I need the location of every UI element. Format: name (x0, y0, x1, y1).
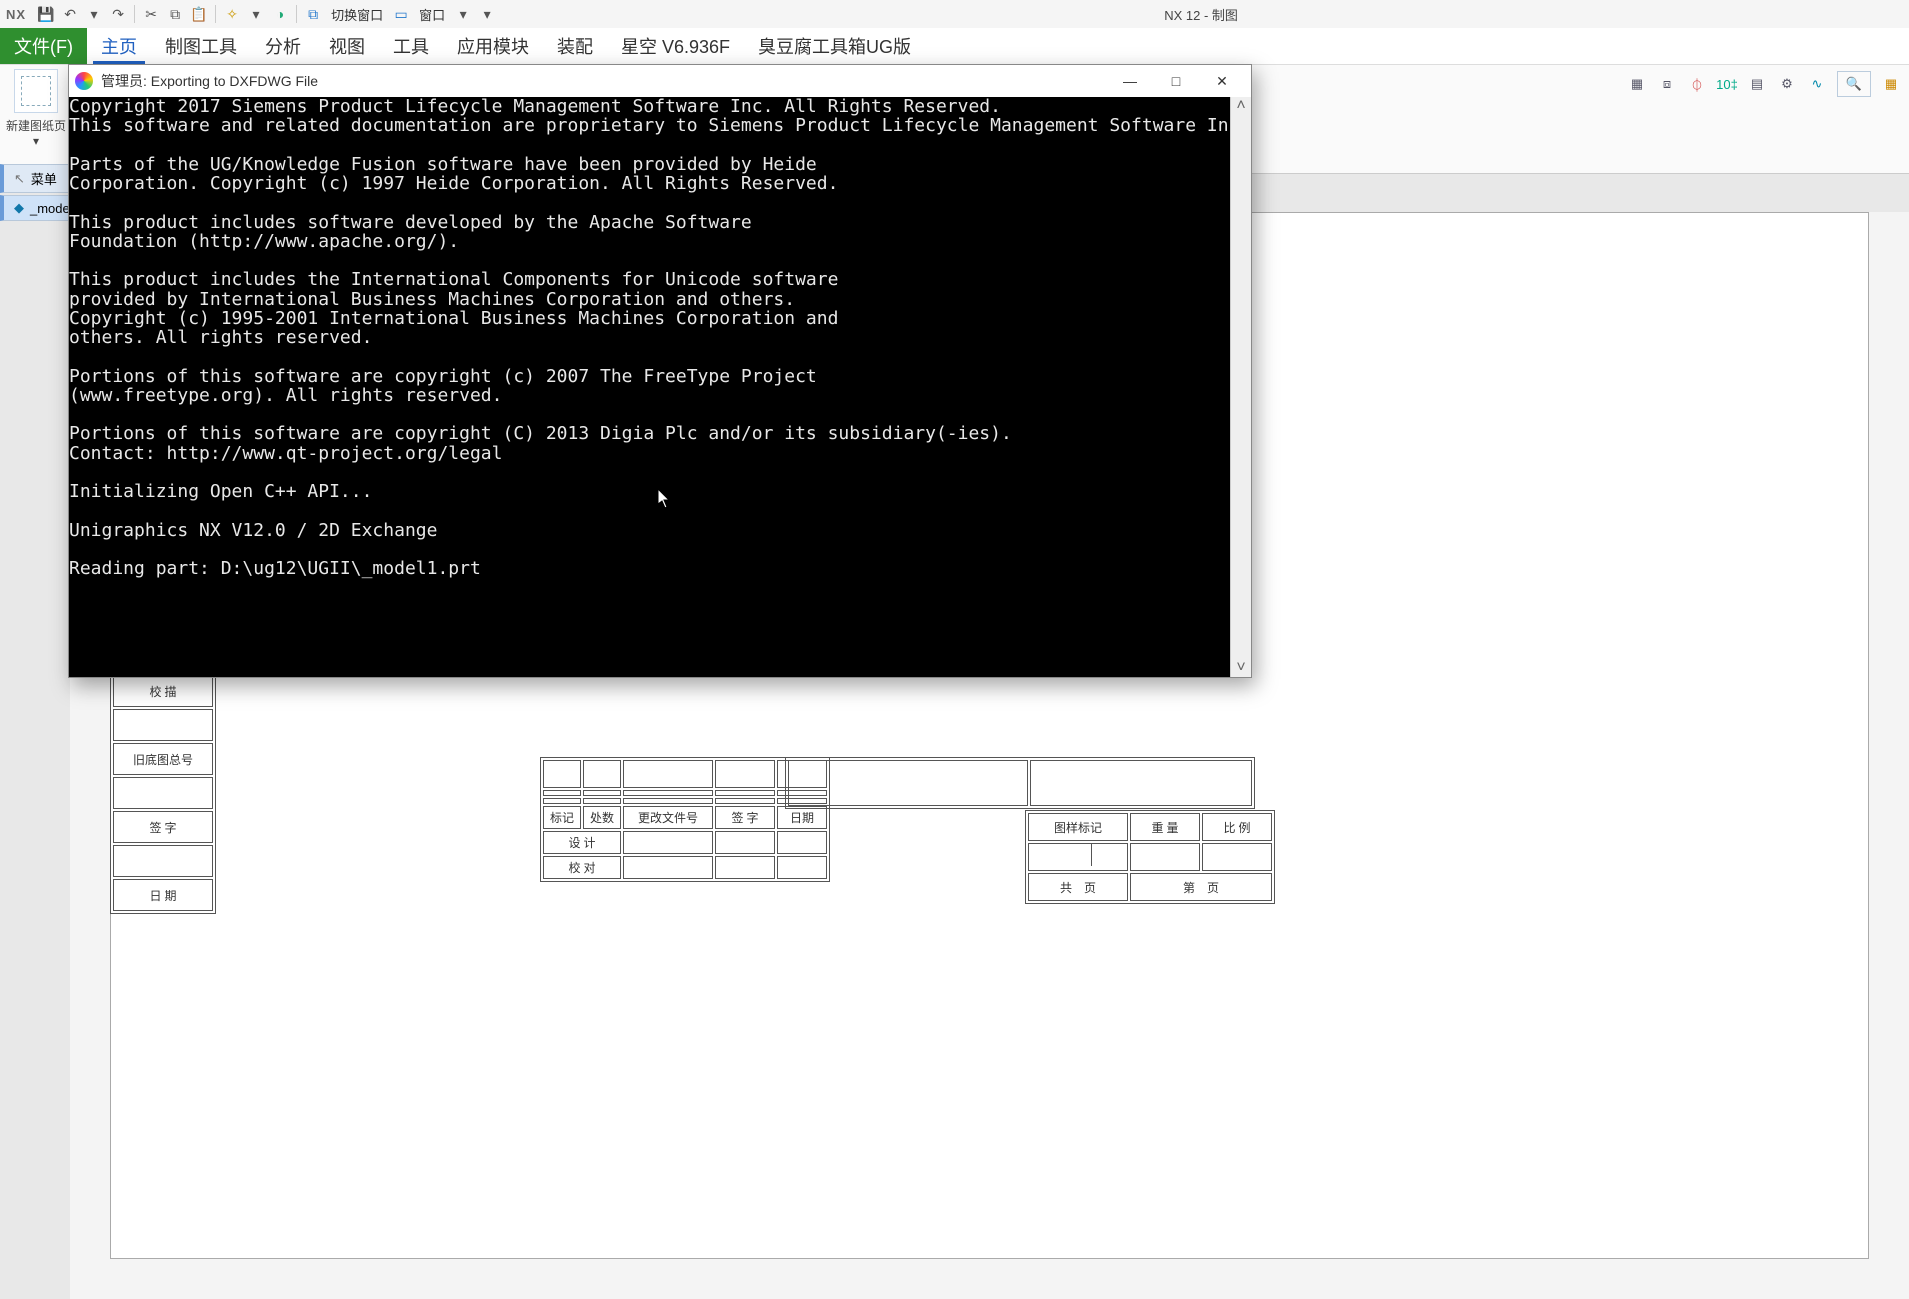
separator (296, 5, 297, 23)
tb-count: 处数 (583, 806, 621, 829)
separator (134, 5, 135, 23)
new-sheet-icon[interactable] (14, 69, 58, 113)
tb-weight: 重 量 (1130, 813, 1200, 841)
tb-scale: 比 例 (1202, 813, 1272, 841)
tb-ye1: 页 (1084, 881, 1096, 895)
separator (215, 5, 216, 23)
titleblock-upper-right (785, 757, 1255, 809)
tab-application[interactable]: 应用模块 (443, 28, 543, 64)
left-nav-model-label: _mode (30, 201, 70, 216)
ribbon-tool-5-icon[interactable]: ▤ (1747, 74, 1767, 94)
paste-icon[interactable]: 📋 (189, 4, 209, 24)
titleblock-left-row2: 旧底图总号 (113, 743, 213, 775)
tab-home[interactable]: 主页 (87, 28, 151, 64)
ribbon-extra-icon[interactable]: ▦ (1881, 74, 1901, 94)
tab-xingkong[interactable]: 星空 V6.936F (607, 28, 744, 64)
console-output[interactable]: Copyright 2017 Siemens Product Lifecycle… (69, 97, 1230, 677)
ribbon-tool-2-icon[interactable]: ⧈ (1657, 74, 1677, 94)
touch-mode-icon[interactable]: ◑ (270, 4, 290, 24)
tab-tools[interactable]: 工具 (379, 28, 443, 64)
console-window: 管理员: Exporting to DXFDWG File — □ ✕ Copy… (68, 64, 1252, 678)
tb-sign: 签 字 (715, 806, 775, 829)
ribbon-right-tools: ▦ ⧈ ⏀ 10‡ ▤ ⚙ ∿ 🔍 ▦ (1625, 69, 1903, 99)
ribbon-wave-icon[interactable]: ∿ (1807, 74, 1827, 94)
tab-drafting-tools[interactable]: 制图工具 (151, 28, 251, 64)
switch-window-label[interactable]: 切换窗口 (331, 5, 383, 24)
menubar: 文件(F) 主页 制图工具 分析 视图 工具 应用模块 装配 星空 V6.936… (0, 28, 1909, 65)
ribbon-search-icon[interactable]: 🔍 (1837, 71, 1871, 97)
undo-dropdown-icon[interactable]: ▾ (84, 4, 104, 24)
titleblock-left: 校 描 旧底图总号 签 字 日 期 (110, 672, 216, 914)
titleblock-left-row4: 日 期 (113, 879, 213, 911)
tab-analysis[interactable]: 分析 (251, 28, 315, 64)
console-body: Copyright 2017 Siemens Product Lifecycle… (69, 97, 1251, 677)
tb-design: 设 计 (543, 831, 621, 854)
tb-gong: 共 (1060, 881, 1072, 895)
scroll-up-icon[interactable]: ˄ (1231, 97, 1251, 115)
command-finder-dropdown-icon[interactable]: ▾ (246, 4, 266, 24)
redo-icon[interactable]: ↷ (108, 4, 128, 24)
console-scrollbar[interactable]: ˄ ˅ (1230, 97, 1251, 677)
tb-change: 更改文件号 (623, 806, 713, 829)
ribbon-gear-icon[interactable]: ⚙ (1777, 74, 1797, 94)
tab-choudoufu[interactable]: 臭豆腐工具箱UG版 (744, 28, 925, 64)
ribbon-tool-3-icon[interactable]: ⏀ (1687, 74, 1707, 94)
model-icon: ◆ (14, 200, 24, 216)
new-sheet-label: 新建图纸页 (6, 117, 66, 134)
console-title: Exporting to DXFDWG File (151, 73, 318, 89)
app-brand: NX (6, 7, 26, 22)
quick-access-toolbar: NX 💾 ↶ ▾ ↷ ✂ ⧉ 📋 ✧ ▾ ◑ ⧉ 切换窗口 ▭ 窗口 ▾ ▾ N… (0, 0, 1909, 28)
window-dropdown-icon[interactable]: ▾ (453, 4, 473, 24)
console-title-prefix: 管理员: (101, 71, 147, 91)
cursor-select-icon: ↖ (14, 171, 25, 187)
console-titlebar[interactable]: 管理员: Exporting to DXFDWG File — □ ✕ (69, 65, 1251, 97)
undo-icon[interactable]: ↶ (60, 4, 80, 24)
file-menu[interactable]: 文件(F) (0, 28, 87, 64)
titleblock-right: 图样标记 重 量 比 例 共 页 第 页 (1025, 810, 1275, 904)
tb-ye2: 页 (1207, 881, 1219, 895)
tab-view[interactable]: 视图 (315, 28, 379, 64)
tb-check: 校 对 (543, 856, 621, 879)
command-finder-icon[interactable]: ✧ (222, 4, 242, 24)
tb-mark: 标记 (543, 806, 581, 829)
qat-overflow-icon[interactable]: ▾ (477, 4, 497, 24)
copy-icon[interactable]: ⧉ (165, 4, 185, 24)
tb-date: 日期 (777, 806, 827, 829)
titleblock-left-row1: 校 描 (113, 675, 213, 707)
ribbon-tool-1-icon[interactable]: ▦ (1627, 74, 1647, 94)
window-menu-label[interactable]: 窗口 (419, 5, 445, 24)
titleblock-left-row3: 签 字 (113, 811, 213, 843)
cut-icon[interactable]: ✂ (141, 4, 161, 24)
console-app-icon (75, 72, 93, 90)
ribbon-group-new-sheet[interactable]: 新建图纸页 ▾ (6, 69, 66, 148)
tb-di: 第 (1183, 881, 1195, 895)
switch-window-icon[interactable]: ⧉ (303, 4, 323, 24)
tab-assembly[interactable]: 装配 (543, 28, 607, 64)
save-icon[interactable]: 💾 (36, 4, 56, 24)
minimize-button[interactable]: — (1107, 67, 1153, 95)
app-title: NX 12 - 制图 (1164, 5, 1238, 24)
maximize-button[interactable]: □ (1153, 67, 1199, 95)
left-nav-menu-label: 菜单 (31, 169, 57, 188)
window-icon[interactable]: ▭ (391, 4, 411, 24)
tb-spec: 图样标记 (1028, 813, 1128, 841)
scroll-down-icon[interactable]: ˅ (1231, 659, 1251, 677)
close-button[interactable]: ✕ (1199, 67, 1245, 95)
ribbon-tool-4-icon[interactable]: 10‡ (1717, 74, 1737, 94)
new-sheet-dropdown-icon[interactable]: ▾ (33, 134, 39, 148)
